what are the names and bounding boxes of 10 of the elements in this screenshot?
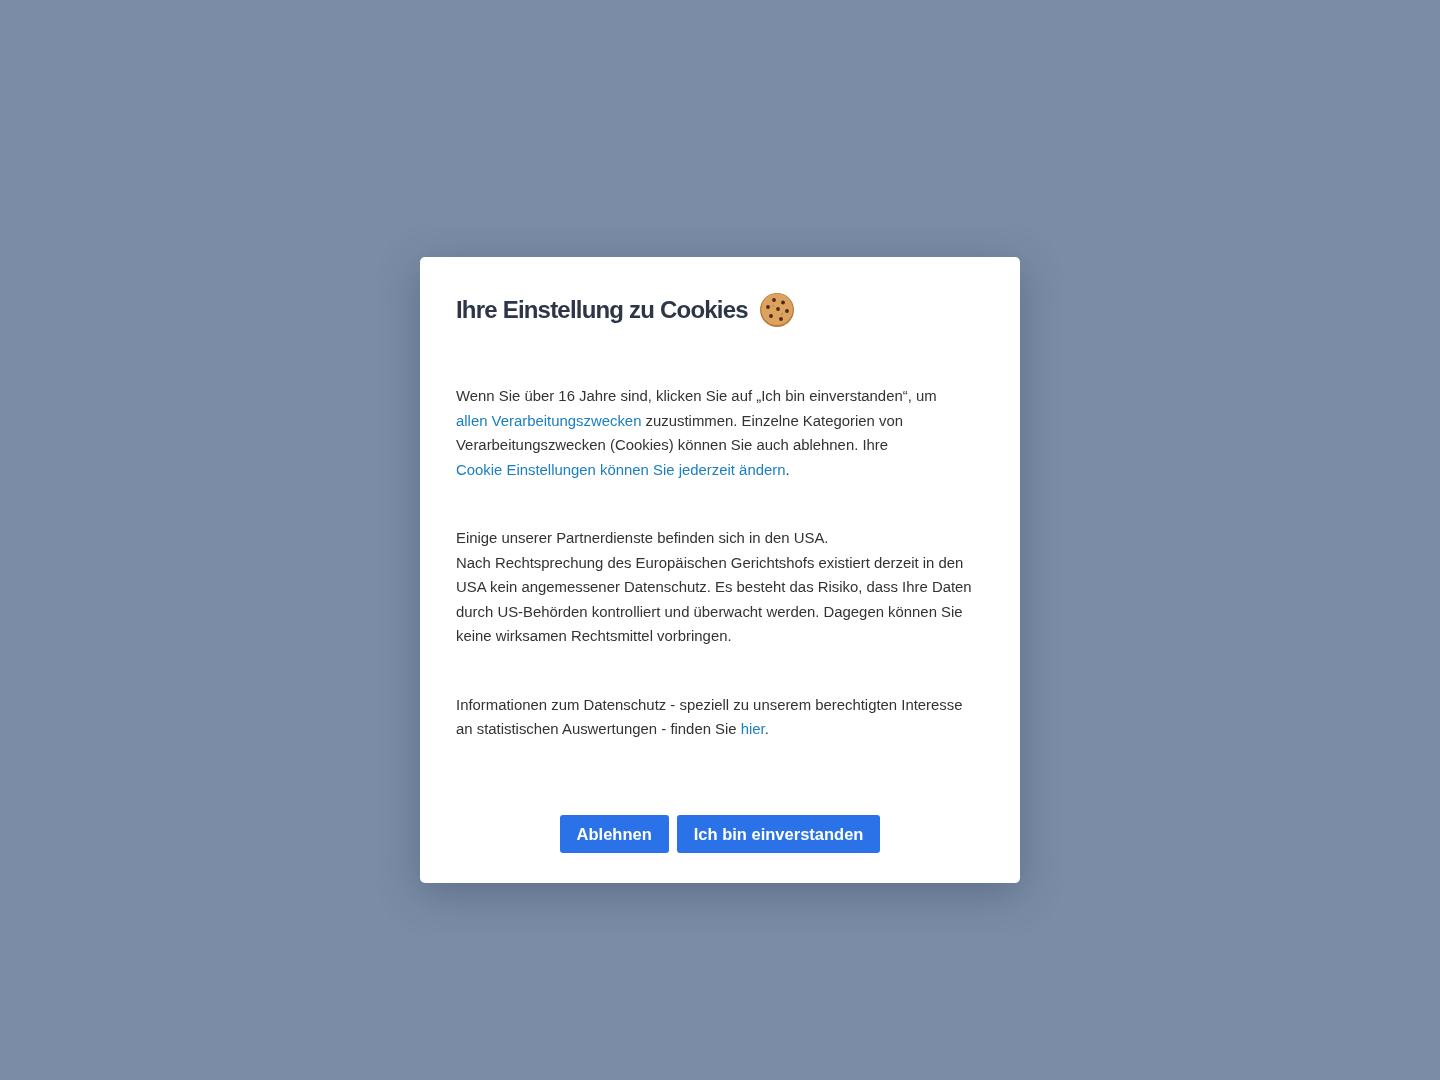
body-text: Informationen zum Datenschutz - speziell zu unserem berechtigten Interesse an statistischen Auswertungen - finden Sie hier. <box>456 695 964 740</box>
accept-button[interactable]: Ich bin einverstanden <box>676 814 881 853</box>
text-link[interactable]: Cookie Einstellungen können Sie jederzeit ändern <box>456 461 786 478</box>
cookie-icon <box>759 293 794 328</box>
dialog-title: Ihre Einstellung zu Cookies <box>456 295 748 325</box>
decline-button[interactable]: Ablehnen <box>559 814 669 853</box>
body-text: Einige unserer Partnerdienste befinden sich in den USA. Nach Rechtsprechung des Europäischen Gerichtshofs existiert derzeit in den USA kein angemessener Datenschutz. Es besteht das Risiko, dass Ihre Daten durch US-Behörden kontrolliert und überwacht werden. Dagegen können Sie keine wirksamen Rechtsmittel vorbringen. <box>456 529 973 647</box>
body-text: Wenn Sie über 16 Jahre sind, klicken Sie auf „Ich bin einverstanden“, um allen Verarbeitungszwecken zuzustimmen. Einzelne Kategorien von Verarbeitungszwecken (Cookies) können Sie auch ablehnen. Ihre Cookie Einstellungen können Sie jederzeit ändern. <box>456 387 938 480</box>
text-link[interactable]: hier <box>740 721 765 738</box>
text-link[interactable]: allen Verarbeitungszwecken <box>456 412 642 429</box>
